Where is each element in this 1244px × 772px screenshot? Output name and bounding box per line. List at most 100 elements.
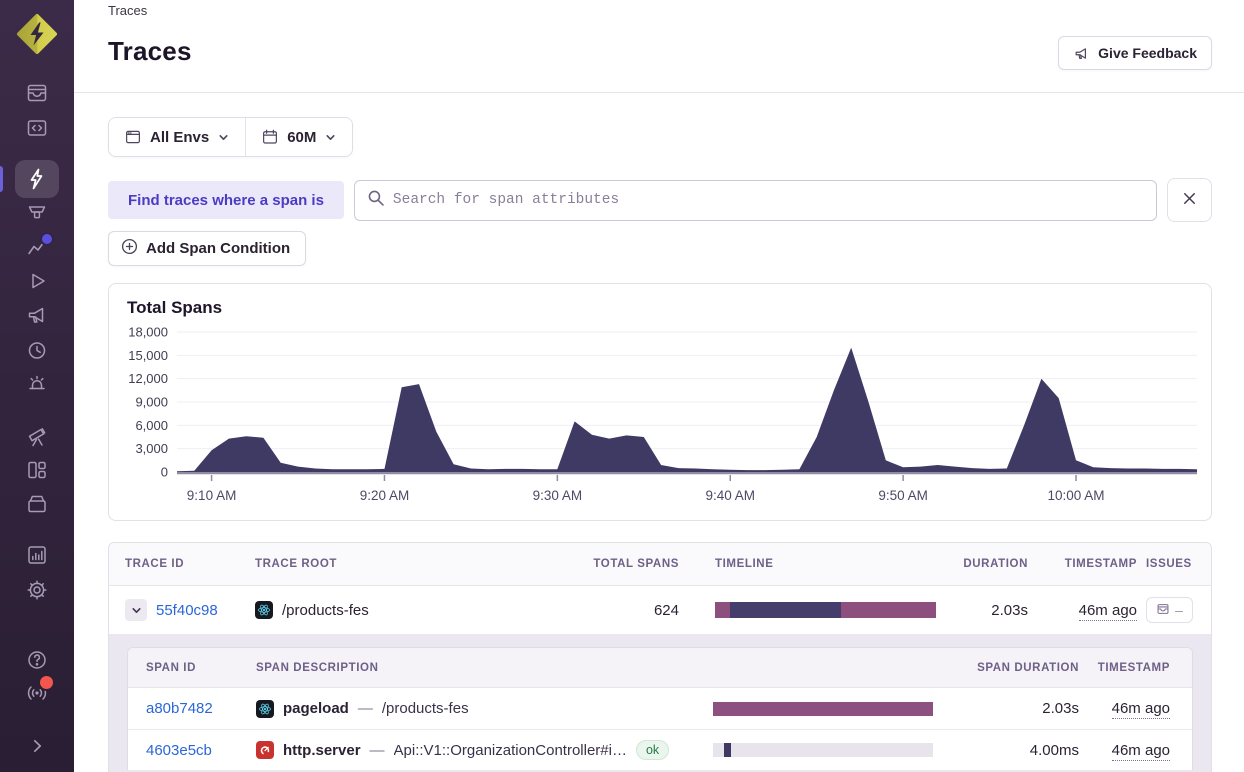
active-nav-indicator — [0, 166, 3, 192]
give-feedback-label: Give Feedback — [1098, 45, 1197, 61]
add-span-condition-label: Add Span Condition — [146, 240, 291, 257]
environment-filter[interactable]: All Envs — [109, 118, 246, 156]
trace-issues-button[interactable]: – — [1146, 597, 1193, 623]
svg-text:9,000: 9,000 — [135, 395, 168, 410]
separator: — — [357, 700, 373, 717]
time-range-filter[interactable]: 60M — [246, 118, 353, 156]
sidebar-collapse-chevron[interactable] — [25, 734, 49, 758]
sidebar-item-projects[interactable] — [25, 116, 49, 140]
issues-count: – — [1175, 602, 1183, 618]
col-timestamp: TIMESTAMP — [1064, 558, 1137, 570]
whats-new-notification-dot — [40, 676, 53, 689]
sidebar-item-traces-active[interactable] — [15, 160, 59, 198]
span-op: pageload — [283, 700, 349, 717]
span-duration-bar — [713, 743, 933, 757]
trace-root-name: /products-fes — [282, 601, 369, 619]
col-span-description: SPAN DESCRIPTION — [256, 661, 379, 674]
megaphone-icon — [1073, 45, 1090, 62]
inbox-icon — [1156, 602, 1170, 619]
sidebar-item-releases[interactable] — [25, 492, 49, 516]
page-header: Traces Traces Give Feedback — [74, 0, 1244, 93]
span-timestamp: 46m ago — [1111, 700, 1170, 719]
close-icon — [1180, 189, 1199, 211]
svg-text:9:40 AM: 9:40 AM — [705, 488, 755, 503]
span-id-link[interactable]: a80b7482 — [146, 700, 213, 717]
expanded-trace-region: SPAN ID SPAN DESCRIPTION SPAN DURATION T… — [109, 634, 1211, 772]
sentry-logo[interactable] — [16, 13, 58, 55]
sidebar-item-discover[interactable] — [25, 424, 49, 448]
calendar-icon — [261, 128, 279, 146]
sidebar-item-stats[interactable] — [25, 543, 49, 567]
span-description: Api::V1::OrganizationController#i… — [393, 741, 627, 759]
circle-plus-icon — [121, 238, 138, 259]
sidebar-item-settings[interactable] — [25, 578, 49, 602]
sidebar-item-performance[interactable] — [25, 201, 49, 225]
sidebar-item-crons[interactable] — [25, 338, 49, 362]
time-range-filter-label: 60M — [287, 128, 317, 146]
sidebar-item-alerts[interactable] — [25, 372, 49, 396]
page-filter-bar: All Envs 60M — [108, 117, 354, 157]
give-feedback-button[interactable]: Give Feedback — [1058, 36, 1212, 70]
chevron-down-icon — [324, 131, 337, 144]
span-search-row: Find traces where a span is — [108, 178, 1212, 222]
total-spans-chart[interactable]: 0 3,000 6,000 9,000 12,000 15,000 18,000 9:10 A… — [125, 322, 1197, 510]
svg-text:12,000: 12,000 — [128, 371, 168, 386]
col-span-timestamp: TIMESTAMP — [1097, 661, 1170, 674]
svg-text:9:50 AM: 9:50 AM — [878, 488, 928, 503]
chevron-down-icon — [217, 131, 230, 144]
span-search-input[interactable] — [392, 192, 1144, 208]
col-timeline: TIMELINE — [715, 558, 774, 570]
insights-notification-dot — [42, 234, 52, 244]
span-timestamp: 46m ago — [1111, 741, 1170, 761]
search-icon — [367, 189, 384, 211]
react-icon — [256, 699, 274, 718]
span-row: a80b7482 pageload — /products-fes 2.03s … — [128, 688, 1192, 729]
col-span-duration: SPAN DURATION — [977, 661, 1079, 674]
col-issues: ISSUES — [1146, 558, 1192, 570]
total-spans-value: 624 — [653, 601, 679, 619]
sidebar-item-replays[interactable] — [25, 269, 49, 293]
span-condition-pill: Find traces where a span is — [108, 181, 344, 219]
svg-text:9:10 AM: 9:10 AM — [187, 488, 237, 503]
span-id-link[interactable]: 4603e5cb — [146, 742, 212, 759]
collapse-trace-button[interactable] — [125, 599, 147, 621]
content: All Envs 60M Find traces where a span is… — [74, 93, 1244, 772]
span-row: 4603e5cb http.server — Api::V1::Organiza… — [128, 729, 1192, 770]
clear-search-button[interactable] — [1167, 178, 1212, 222]
traces-table: TRACE ID TRACE ROOT TOTAL SPANS TIMELINE… — [108, 542, 1212, 772]
col-span-id: SPAN ID — [146, 661, 196, 674]
trace-timeline-bar — [715, 602, 936, 618]
span-op: http.server — [283, 741, 361, 759]
svg-text:9:30 AM: 9:30 AM — [533, 488, 583, 503]
separator: — — [369, 741, 385, 759]
sidebar-item-feedback[interactable] — [25, 303, 49, 327]
col-trace-root: TRACE ROOT — [255, 558, 338, 570]
span-table: SPAN ID SPAN DESCRIPTION SPAN DURATION T… — [127, 647, 1193, 770]
react-icon — [255, 601, 273, 619]
traces-page: Traces Traces Give Feedback All Envs 60M… — [0, 0, 1244, 772]
svg-text:15,000: 15,000 — [128, 348, 168, 363]
traces-table-header: TRACE ID TRACE ROOT TOTAL SPANS TIMELINE… — [109, 543, 1211, 586]
ruby-icon — [256, 741, 274, 759]
breadcrumb[interactable]: Traces — [108, 3, 147, 18]
span-duration: 4.00ms — [1029, 741, 1079, 759]
trace-id-link[interactable]: 55f40c98 — [156, 602, 218, 619]
svg-text:18,000: 18,000 — [128, 325, 168, 340]
span-duration: 2.03s — [1042, 700, 1079, 717]
sidebar-item-dashboards[interactable] — [25, 458, 49, 482]
trace-timestamp: 46m ago — [1078, 601, 1137, 621]
sidebar-help[interactable] — [25, 648, 49, 672]
lightning-icon — [25, 167, 49, 191]
span-table-header: SPAN ID SPAN DESCRIPTION SPAN DURATION T… — [128, 648, 1192, 688]
span-search-box[interactable] — [353, 179, 1157, 221]
page-title: Traces — [108, 36, 192, 66]
svg-text:10:00 AM: 10:00 AM — [1048, 488, 1105, 503]
chart-title: Total Spans — [127, 298, 223, 317]
col-duration: DURATION — [963, 558, 1028, 570]
environment-filter-label: All Envs — [150, 128, 210, 146]
span-description: /products-fes — [381, 700, 469, 717]
trace-duration: 2.03s — [991, 601, 1028, 619]
span-duration-bar — [713, 701, 933, 716]
sidebar-item-issues[interactable] — [25, 81, 49, 105]
add-span-condition-button[interactable]: Add Span Condition — [108, 231, 307, 266]
